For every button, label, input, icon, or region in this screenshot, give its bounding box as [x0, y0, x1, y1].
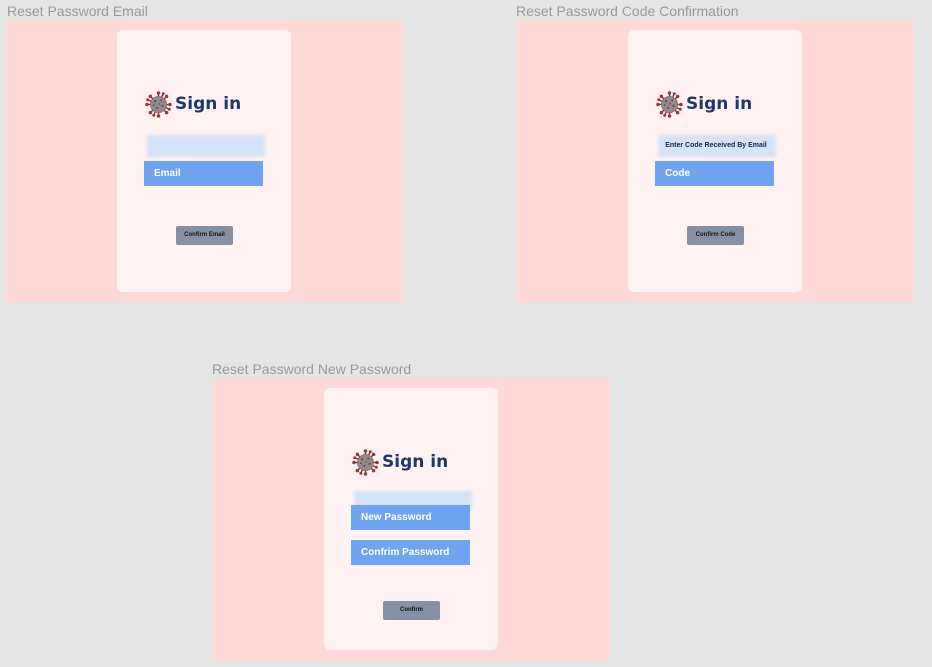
- signin-title: Sign in: [382, 452, 449, 472]
- virus-icon: [656, 91, 683, 118]
- confirm-email-button[interactable]: Confirm Email: [176, 226, 233, 245]
- code-field[interactable]: Code: [655, 161, 774, 186]
- signin-title: Sign in: [175, 94, 242, 114]
- frame-title-code: Reset Password Code Confirmation: [516, 3, 739, 19]
- virus-icon: [145, 91, 172, 118]
- blurred-field: [147, 135, 265, 157]
- brand: Sign in: [656, 90, 752, 118]
- virus-icon: [352, 449, 379, 476]
- frame-reset-password-code: Sign in Enter Code Received By Email Cod…: [517, 20, 914, 302]
- confirm-code-button[interactable]: Confirm Code: [687, 226, 744, 245]
- frame-title-new-password: Reset Password New Password: [212, 361, 412, 377]
- signin-card: Sign in Email Confirm Email: [117, 30, 291, 292]
- brand: Sign in: [352, 448, 448, 476]
- brand: Sign in: [145, 90, 241, 118]
- confirm-password-field[interactable]: Confrim Password: [351, 540, 470, 565]
- new-password-field[interactable]: New Password: [351, 505, 470, 530]
- code-instruction-text: Enter Code Received By Email: [665, 142, 767, 149]
- confirm-button[interactable]: Confirm: [383, 601, 440, 620]
- frame-title-email: Reset Password Email: [7, 3, 148, 19]
- signin-card: Sign in New Password Confrim Password Co…: [324, 388, 498, 650]
- email-field[interactable]: Email: [144, 161, 263, 186]
- frame-reset-password-email: Sign in Email Confirm Email: [6, 20, 403, 302]
- signin-title: Sign in: [686, 94, 753, 114]
- signin-card: Sign in Enter Code Received By Email Cod…: [628, 30, 802, 292]
- frame-reset-password-new-password: Sign in New Password Confrim Password Co…: [213, 378, 610, 660]
